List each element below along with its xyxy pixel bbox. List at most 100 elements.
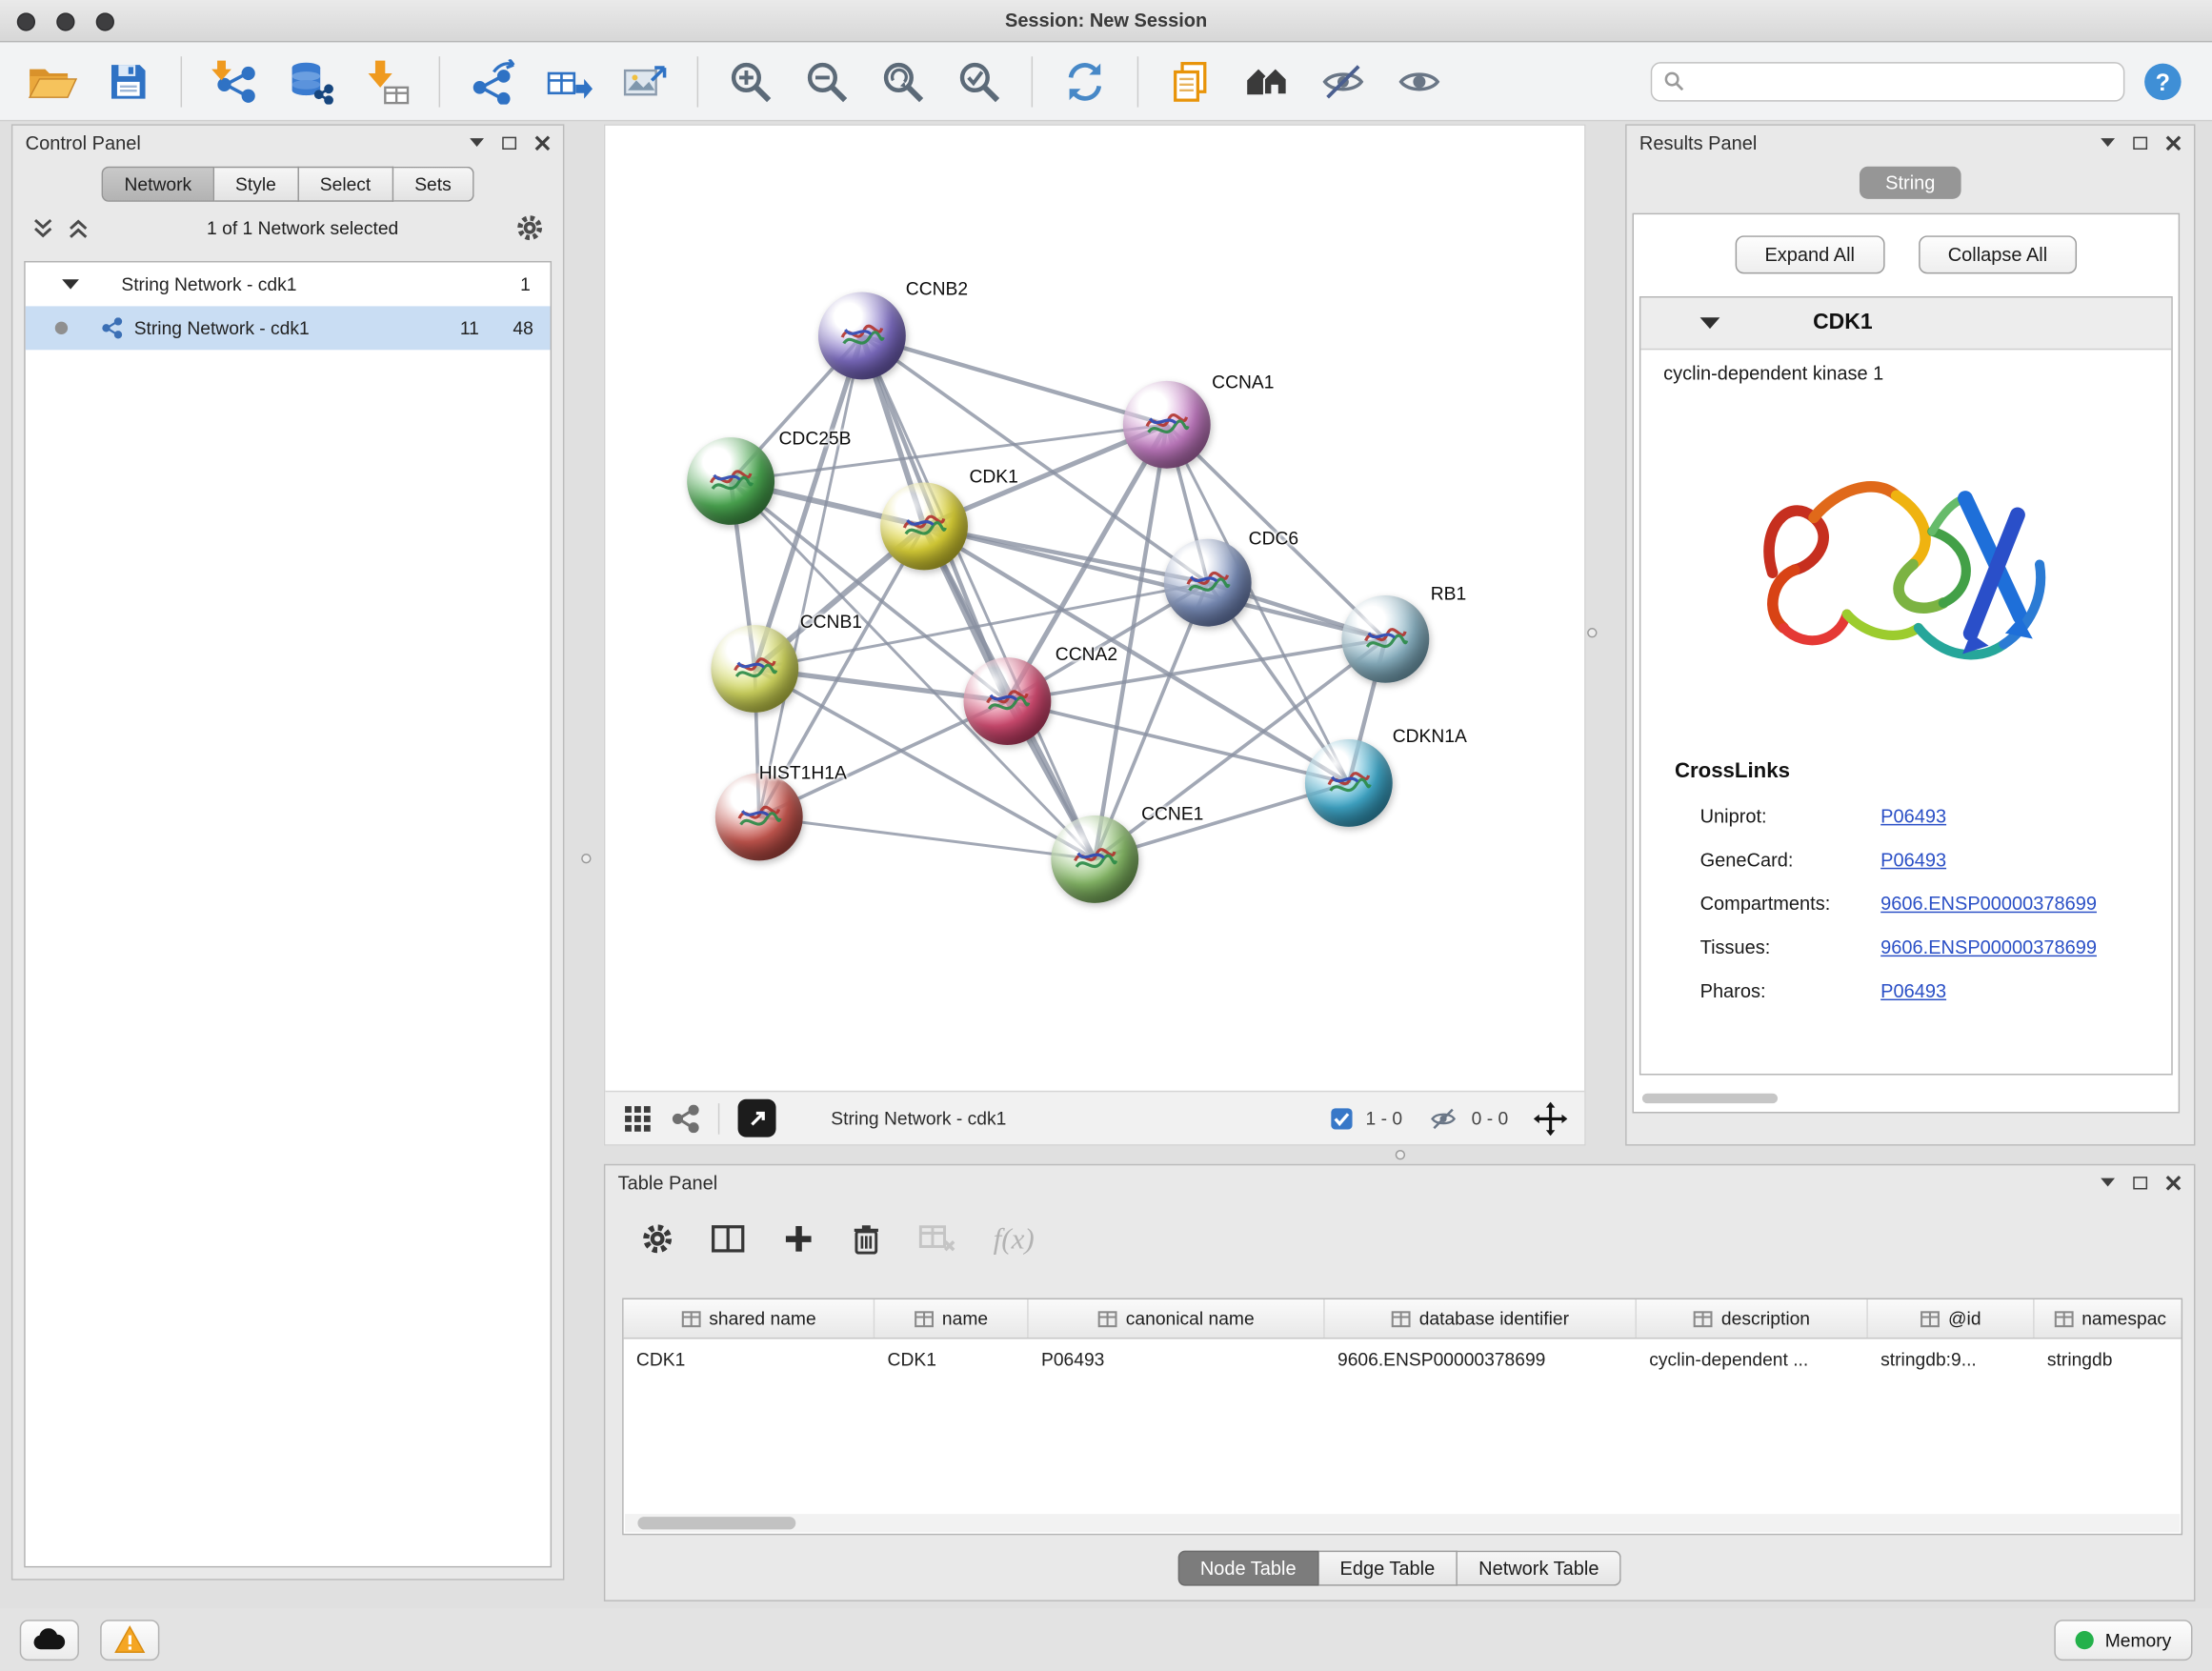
network-node-cdkn1a[interactable] (1305, 739, 1393, 827)
fx-function-button[interactable]: f(x) (994, 1221, 1035, 1257)
network-edge[interactable] (862, 335, 1167, 424)
network-edge[interactable] (759, 816, 1095, 858)
memory-button[interactable]: Memory (2054, 1619, 2192, 1660)
network-node-ccna1[interactable] (1123, 381, 1211, 469)
export-table-button[interactable] (533, 49, 604, 113)
export-network-button[interactable] (457, 49, 528, 113)
zoom-selected-button[interactable] (944, 49, 1015, 113)
column-header-canonical-name[interactable]: canonical name (1029, 1299, 1325, 1338)
zoom-in-button[interactable] (715, 49, 786, 113)
delete-table-icon[interactable] (918, 1225, 955, 1254)
tab-sets[interactable]: Sets (393, 167, 473, 202)
network-node-rb1[interactable] (1341, 595, 1429, 683)
crosslink-value-link[interactable]: 9606.ENSP00000378699 (1880, 893, 2097, 914)
minimize-window-button[interactable] (56, 12, 74, 30)
columns-icon[interactable] (711, 1225, 745, 1254)
network-edge[interactable] (1007, 701, 1348, 783)
bottom-splitter-handle[interactable] (1396, 1150, 1405, 1159)
gear-icon[interactable] (516, 214, 543, 241)
network-node-ccne1[interactable] (1051, 815, 1138, 903)
network-row-selected[interactable]: String Network - cdk1 11 48 (26, 306, 551, 350)
network-node-ccnb2[interactable] (818, 292, 906, 380)
import-table-button[interactable] (352, 49, 422, 113)
close-panel-icon[interactable] (2165, 1175, 2181, 1190)
network-node-hist1h1a[interactable] (715, 774, 803, 861)
table-hscroll-thumb[interactable] (637, 1517, 795, 1529)
results-hscroll-thumb[interactable] (1642, 1094, 1778, 1103)
pan-crosshair-icon[interactable] (1534, 1101, 1568, 1136)
zoom-fit-button[interactable] (868, 49, 938, 113)
network-canvas[interactable]: CCNB2CCNA1CDC25BCDK1CDC6RB1CCNB1CCNA2CDK… (605, 126, 1584, 1091)
maximize-panel-icon[interactable] (502, 136, 516, 149)
column-header-name[interactable]: name (875, 1299, 1028, 1338)
tab-network-table[interactable]: Network Table (1458, 1551, 1621, 1586)
network-collection-row[interactable]: String Network - cdk1 1 (26, 262, 551, 306)
network-edge[interactable] (862, 335, 1095, 858)
hidden-eye-slash-icon[interactable] (1428, 1105, 1459, 1131)
zoom-out-button[interactable] (792, 49, 862, 113)
expand-all-button[interactable]: Expand All (1735, 235, 1884, 273)
import-network-database-button[interactable] (275, 49, 346, 113)
collapse-tree-icon[interactable] (68, 216, 89, 239)
left-splitter-handle[interactable] (581, 854, 591, 863)
show-all-button[interactable] (1384, 49, 1455, 113)
network-edge[interactable] (759, 335, 862, 816)
column-header-namespac[interactable]: namespac (2035, 1299, 2183, 1338)
tab-select[interactable]: Select (299, 167, 393, 202)
network-node-ccnb1[interactable] (711, 625, 798, 713)
import-network-file-button[interactable] (199, 49, 270, 113)
gene-section-header[interactable]: CDK1 (1640, 297, 2171, 350)
refresh-button[interactable] (1050, 49, 1120, 113)
maximize-panel-icon[interactable] (2133, 1176, 2147, 1188)
section-caret-icon[interactable] (1700, 317, 1720, 329)
search-input[interactable] (1693, 70, 2112, 91)
copy-button[interactable] (1156, 49, 1226, 113)
network-node-cdk1[interactable] (880, 483, 968, 571)
tab-node-table[interactable]: Node Table (1177, 1551, 1318, 1586)
trash-icon[interactable] (853, 1223, 881, 1255)
houses-button[interactable] (1232, 49, 1302, 113)
maximize-panel-icon[interactable] (2133, 136, 2147, 149)
expand-tree-icon[interactable] (32, 216, 53, 239)
right-splitter-handle[interactable] (1587, 628, 1597, 637)
close-panel-icon[interactable] (2165, 134, 2181, 150)
column-header-database-identifier[interactable]: database identifier (1325, 1299, 1637, 1338)
results-tab-string[interactable]: String (1860, 167, 1961, 199)
table-row[interactable]: CDK1CDK1P064939606.ENSP00000378699cyclin… (624, 1339, 2182, 1378)
float-panel-icon[interactable] (470, 138, 484, 147)
column-header--id[interactable]: @id (1868, 1299, 2035, 1338)
column-header-shared-name[interactable]: shared name (624, 1299, 875, 1338)
tab-edge-table[interactable]: Edge Table (1318, 1551, 1458, 1586)
float-panel-icon[interactable] (2101, 1178, 2115, 1187)
crosslink-value-link[interactable]: P06493 (1880, 806, 1946, 827)
column-header-description[interactable]: description (1637, 1299, 1868, 1338)
cloud-button[interactable] (20, 1619, 79, 1660)
table-hscrollbar[interactable] (625, 1514, 2180, 1532)
crosslink-value-link[interactable]: 9606.ENSP00000378699 (1880, 936, 2097, 957)
warnings-button[interactable] (100, 1619, 159, 1660)
float-panel-icon[interactable] (2101, 138, 2115, 147)
add-column-icon[interactable] (783, 1223, 814, 1255)
open-in-new-window-button[interactable] (738, 1099, 776, 1137)
network-node-cdc6[interactable] (1164, 539, 1252, 627)
hide-selected-button[interactable] (1308, 49, 1378, 113)
selected-checkbox-icon[interactable] (1331, 1107, 1354, 1130)
network-node-cdc25b[interactable] (687, 437, 774, 525)
table-settings-gear-icon[interactable] (642, 1223, 674, 1255)
help-button[interactable]: ? (2130, 49, 2195, 113)
open-session-button[interactable] (17, 49, 88, 113)
crosslink-value-link[interactable]: P06493 (1880, 850, 1946, 871)
crosslink-value-link[interactable]: P06493 (1880, 980, 1946, 1001)
grid-view-icon[interactable] (622, 1102, 654, 1134)
collapse-all-button[interactable]: Collapse All (1919, 235, 2078, 273)
export-image-button[interactable] (610, 49, 680, 113)
tab-style[interactable]: Style (214, 167, 299, 202)
tab-network[interactable]: Network (102, 167, 214, 202)
network-node-ccna2[interactable] (964, 657, 1052, 745)
tree-caret-icon[interactable] (62, 279, 79, 289)
zoom-window-button[interactable] (96, 12, 114, 30)
close-window-button[interactable] (17, 12, 35, 30)
share-view-icon[interactable] (672, 1104, 700, 1133)
save-session-button[interactable] (93, 49, 164, 113)
close-panel-icon[interactable] (534, 134, 550, 150)
